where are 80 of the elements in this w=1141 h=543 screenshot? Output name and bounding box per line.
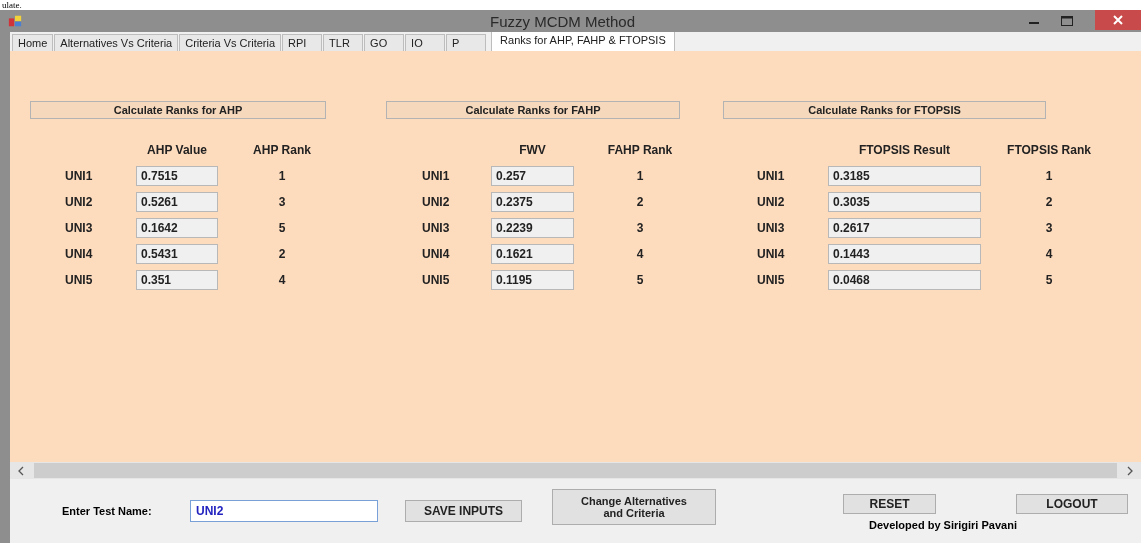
value-field[interactable]: 0.257 <box>491 166 574 186</box>
value-field[interactable]: 0.5261 <box>136 192 218 212</box>
save-inputs-button[interactable]: SAVE INPUTS <box>405 500 522 522</box>
column-header: FTOPSIS Rank <box>1006 143 1092 157</box>
value-field[interactable]: 0.5431 <box>136 244 218 264</box>
rank-value: 1 <box>277 169 287 183</box>
tab[interactable]: P <box>446 34 487 51</box>
rank-value: 3 <box>1044 221 1054 235</box>
rank-value: 4 <box>1044 247 1054 261</box>
rank-value: 3 <box>635 221 645 235</box>
change-criteria-button[interactable]: Change Alternatives and Criteria <box>552 489 716 525</box>
tab[interactable]: GO <box>364 34 405 51</box>
alternative-label: UNI2 <box>65 195 94 209</box>
alternative-label: UNI4 <box>65 247 94 261</box>
tab[interactable]: Criteria Vs Criteria <box>179 34 282 51</box>
close-button[interactable] <box>1095 10 1141 30</box>
alternative-label: UNI3 <box>757 221 786 235</box>
rank-value: 4 <box>277 273 287 287</box>
rank-value: 5 <box>277 221 287 235</box>
calculate-button[interactable]: Calculate Ranks for FTOPSIS <box>723 101 1046 119</box>
scroll-right-icon[interactable] <box>1127 465 1133 476</box>
value-field[interactable]: 0.2617 <box>828 218 981 238</box>
alternative-label: UNI5 <box>757 273 786 287</box>
value-field[interactable]: 0.2239 <box>491 218 574 238</box>
tab[interactable]: Ranks for AHP, FAHP & FTOPSIS <box>491 30 675 51</box>
column-header: FAHP Rank <box>606 143 674 157</box>
field-label: Enter Test Name: <box>62 505 153 517</box>
rank-value: 5 <box>635 273 645 287</box>
reset-button[interactable]: RESET <box>843 493 936 514</box>
alternative-label: UNI1 <box>422 169 451 183</box>
tab[interactable]: IO <box>405 34 446 51</box>
value-field[interactable]: 0.1195 <box>491 270 574 290</box>
column-header: FWV <box>518 143 547 157</box>
alternative-label: UNI2 <box>757 195 786 209</box>
value-field[interactable]: 0.0468 <box>828 270 981 290</box>
tab[interactable]: Home <box>12 34 54 51</box>
alternative-label: UNI4 <box>422 247 451 261</box>
alternative-label: UNI1 <box>65 169 94 183</box>
tab[interactable]: TLR <box>323 34 364 51</box>
rank-value: 1 <box>1044 169 1054 183</box>
tab[interactable]: RPI <box>282 34 323 51</box>
value-field[interactable]: 0.7515 <box>136 166 218 186</box>
rank-value: 2 <box>635 195 645 209</box>
calculate-button[interactable]: Calculate Ranks for FAHP <box>386 101 680 119</box>
close-icon <box>1113 15 1123 25</box>
alternative-label: UNI1 <box>757 169 786 183</box>
alternative-label: UNI5 <box>65 273 94 287</box>
alternative-label: UNI2 <box>422 195 451 209</box>
tab[interactable]: Alternatives Vs Criteria <box>54 34 179 51</box>
value-field[interactable]: 0.1621 <box>491 244 574 264</box>
scroll-thumb[interactable] <box>34 463 1117 478</box>
alternative-label: UNI3 <box>422 221 451 235</box>
alternative-label: UNI3 <box>65 221 94 235</box>
app-icon <box>8 14 22 28</box>
credit-text: Developed by Sirigiri Pavani <box>869 518 1018 531</box>
rank-value: 2 <box>277 247 287 261</box>
window-title: Fuzzy MCDM Method <box>490 13 636 30</box>
rank-value: 4 <box>635 247 645 261</box>
value-field[interactable]: 0.1642 <box>136 218 218 238</box>
rank-value: 5 <box>1044 273 1054 287</box>
horizontal-scrollbar[interactable] <box>10 462 1141 479</box>
test-name-field[interactable]: UNI2 <box>190 500 378 522</box>
column-header: AHP Value <box>146 143 208 157</box>
page-text: ulate. <box>2 0 22 10</box>
rank-value: 3 <box>277 195 287 209</box>
rank-value: 2 <box>1044 195 1054 209</box>
value-field[interactable]: 0.3035 <box>828 192 981 212</box>
alternative-label: UNI4 <box>757 247 786 261</box>
rank-value: 1 <box>635 169 645 183</box>
scroll-left-icon[interactable] <box>18 465 24 476</box>
calculate-button[interactable]: Calculate Ranks for AHP <box>30 101 326 119</box>
value-field[interactable]: 0.351 <box>136 270 218 290</box>
value-field[interactable]: 0.2375 <box>491 192 574 212</box>
value-field[interactable]: 0.3185 <box>828 166 981 186</box>
value-field[interactable]: 0.1443 <box>828 244 981 264</box>
alternative-label: UNI5 <box>422 273 451 287</box>
column-header: AHP Rank <box>252 143 312 157</box>
column-header: FTOPSIS Result <box>857 143 952 157</box>
maximize-icon[interactable] <box>1061 16 1073 26</box>
logout-button[interactable]: LOGOUT <box>1016 493 1128 514</box>
